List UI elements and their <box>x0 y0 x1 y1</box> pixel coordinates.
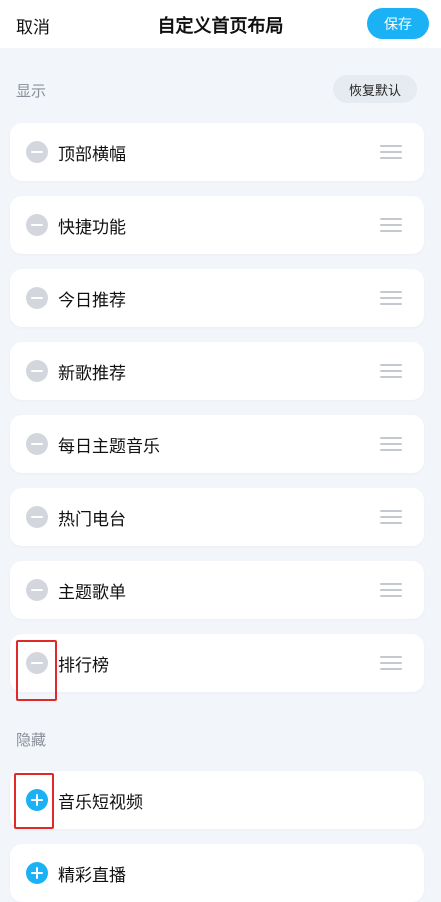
list-item-label: 主题歌单 <box>58 583 126 603</box>
list-item-music-short-video: 音乐短视频 <box>10 771 424 829</box>
list-item-quick-functions: 快捷功能 <box>10 196 424 254</box>
list-item-live-stream: 精彩直播 <box>10 844 424 902</box>
minus-circle-icon[interactable] <box>26 287 48 309</box>
minus-circle-icon[interactable] <box>26 579 48 601</box>
drag-handle-icon[interactable] <box>380 656 402 672</box>
list-item-label: 快捷功能 <box>58 218 126 238</box>
list-item-label: 音乐短视频 <box>58 793 143 813</box>
plus-circle-icon[interactable] <box>26 789 48 811</box>
list-item-label: 每日主题音乐 <box>58 437 160 457</box>
minus-circle-icon[interactable] <box>26 506 48 528</box>
list-item-top-banner: 顶部横幅 <box>10 123 424 181</box>
list-item-daily-recommend: 今日推荐 <box>10 269 424 327</box>
list-item-hot-radio: 热门电台 <box>10 488 424 546</box>
drag-handle-icon[interactable] <box>380 364 402 380</box>
minus-circle-icon[interactable] <box>26 360 48 382</box>
list-item-label: 精彩直播 <box>58 866 126 886</box>
restore-default-button[interactable]: 恢复默认 <box>333 75 417 103</box>
list-item-label: 今日推荐 <box>58 291 126 311</box>
minus-circle-icon[interactable] <box>26 652 48 674</box>
list-item-daily-theme-music: 每日主题音乐 <box>10 415 424 473</box>
drag-handle-icon[interactable] <box>380 291 402 307</box>
drag-handle-icon[interactable] <box>380 437 402 453</box>
drag-handle-icon[interactable] <box>380 583 402 599</box>
list-item-label: 排行榜 <box>58 656 109 676</box>
section-label-hidden: 隐藏 <box>16 731 47 749</box>
minus-circle-icon[interactable] <box>26 433 48 455</box>
drag-handle-icon[interactable] <box>380 510 402 526</box>
list-item-label: 热门电台 <box>58 510 126 530</box>
list-item-theme-playlist: 主题歌单 <box>10 561 424 619</box>
list-item-label: 顶部横幅 <box>58 145 126 165</box>
minus-circle-icon[interactable] <box>26 214 48 236</box>
list-item-charts: 排行榜 <box>10 634 424 692</box>
plus-circle-icon[interactable] <box>26 862 48 884</box>
save-button[interactable]: 保存 <box>367 8 429 39</box>
drag-handle-icon[interactable] <box>380 145 402 161</box>
list-item-label: 新歌推荐 <box>58 364 126 384</box>
minus-circle-icon[interactable] <box>26 141 48 163</box>
top-bar: 取消 自定义首页布局 保存 <box>0 0 441 48</box>
drag-handle-icon[interactable] <box>380 218 402 234</box>
list-item-new-songs: 新歌推荐 <box>10 342 424 400</box>
section-label-shown: 显示 <box>16 82 47 100</box>
